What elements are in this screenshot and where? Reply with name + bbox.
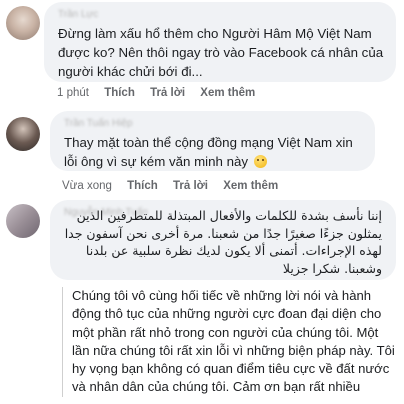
see-more-button[interactable]: Xem thêm [200,87,255,99]
reply-button[interactable]: Trả lời [150,87,185,99]
comment-text-body: Thay mặt toàn thể cộng đồng mạng Việt Na… [64,135,353,169]
comment-time[interactable]: Vừa xong [62,180,112,192]
comment-author[interactable]: Trần Lực [58,9,98,20]
avatar[interactable] [6,204,40,238]
comment-author[interactable]: Trần Tuấn Hiệp [64,118,133,129]
comment-1: Trần Lực Đừng làm xấu hổ thêm cho Người … [0,0,404,110]
comment-time[interactable]: 1 phút [57,87,89,99]
comment-bubble: Trần Tuấn Hiệp Thay mặt toàn thể cộng đồ… [50,111,375,171]
comment-actions: Vừa xong Thích Trả lời Xem thêm [62,180,290,192]
comment-text: Đừng làm xấu hổ thêm cho Người Hâm Mộ Vi… [58,26,384,79]
sad-face-emoji-icon [253,155,267,168]
comment-text: إننا نأسف بشدة للكلمات والأفعال المبتذلة… [64,208,382,276]
comment-text: Thay mặt toàn thể cộng đồng mạng Việt Na… [64,133,364,171]
reply-button[interactable]: Trả lời [173,180,208,192]
translation-text: Chúng tôi vô cùng hối tiếc về những lời … [62,287,398,397]
comment-bubble: Nguyễn Minh Tuấn إننا نأسف بشدة للكلمات … [50,200,396,280]
like-button[interactable]: Thích [104,87,135,99]
see-more-button[interactable]: Xem thêm [223,180,278,192]
comment-3: Nguyễn Minh Tuấn إننا نأسف بشدة للكلمات … [0,200,404,286]
comment-actions: 1 phút Thích Trả lời Xem thêm [57,87,267,99]
like-button[interactable]: Thích [127,180,158,192]
avatar[interactable] [6,6,40,40]
comment-bubble: Trần Lực Đừng làm xấu hổ thêm cho Người … [44,2,396,82]
comment-thread: Trần Lực Đừng làm xấu hổ thêm cho Người … [0,0,404,404]
avatar[interactable] [6,117,40,151]
comment-2: Trần Tuấn Hiệp Thay mặt toàn thể cộng đồ… [0,110,404,202]
